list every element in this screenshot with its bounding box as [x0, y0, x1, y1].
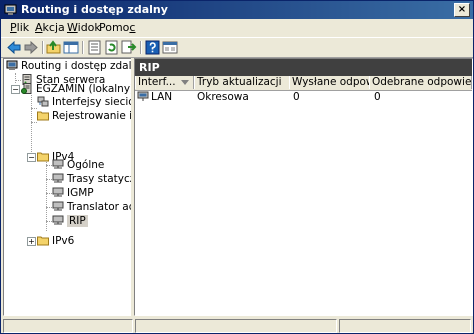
show-tree-icon[interactable] — [63, 40, 79, 55]
column-headers: Interf... Tryb aktualizacji Wysłane odpo… — [135, 76, 472, 91]
tree-item-igmp[interactable]: IGMP — [52, 187, 94, 200]
details-header: RIP — [135, 59, 472, 76]
help-icon[interactable] — [145, 40, 161, 55]
tree-item-server[interactable]: EGZAMIN (lokalny) — [21, 83, 132, 96]
toolbar-separator — [140, 41, 142, 54]
tree-item-rip[interactable]: RIP — [52, 215, 88, 228]
routing-app-icon — [4, 4, 17, 15]
close-button[interactable]: × — [454, 3, 470, 17]
tree-item-nat[interactable]: Translator adresó — [52, 201, 131, 214]
expand-ipv6-button[interactable]: + — [27, 237, 36, 246]
row-sent-cell: 0 — [293, 91, 300, 103]
network-node-icon — [52, 201, 64, 211]
network-interfaces-icon — [37, 96, 49, 107]
network-node-icon — [52, 187, 64, 197]
tree-item-label: Trasy statyczne — [67, 173, 131, 185]
collapse-ipv4-button[interactable]: − — [27, 153, 36, 162]
tree-item-label: Ogólne — [67, 159, 105, 171]
network-node-icon — [52, 173, 64, 183]
routing-root-icon — [6, 60, 18, 70]
column-header-sent[interactable]: Wysłane odpowiedzi — [289, 76, 370, 89]
back-arrow-icon[interactable] — [6, 40, 22, 55]
export-icon[interactable] — [121, 40, 137, 55]
console-icon[interactable] — [162, 40, 178, 55]
status-pane-right — [339, 319, 471, 333]
tree-item-label: Rejestrowanie i zasac — [52, 110, 131, 122]
tree-item-label: Translator adresó — [67, 201, 131, 213]
sort-descending-icon — [181, 80, 189, 85]
menu-bar: Plik Akcja Widok Pomoc — [1, 20, 473, 36]
title-bar[interactable]: Routing i dostęp zdalny × — [1, 1, 473, 19]
tree-item-label: IGMP — [67, 187, 94, 199]
console-tree: Routing i dostęp zdalny Stan serwera − E… — [3, 58, 132, 316]
details-pane: RIP Interf... Tryb aktualizacji Wysłane … — [134, 58, 473, 316]
server-icon — [21, 83, 32, 94]
toolbar — [1, 37, 473, 58]
menu-akcja[interactable]: Akcja — [35, 21, 65, 34]
menu-widok[interactable]: Widok — [67, 21, 101, 34]
toolbar-separator — [42, 41, 44, 54]
table-row[interactable]: LAN Okresowa 0 0 — [135, 91, 472, 104]
tree-item-general[interactable]: Ogólne — [52, 159, 104, 172]
column-header-received[interactable]: Odebrane odpowiedzi — [369, 76, 472, 89]
column-header-update-mode[interactable]: Tryb aktualizacji — [194, 76, 290, 89]
ipv4-folder-icon — [37, 152, 49, 162]
status-pane-left — [3, 319, 133, 333]
ipv6-folder-icon — [37, 236, 49, 246]
app-window: Routing i dostęp zdalny × Plik Akcja Wid… — [0, 0, 474, 334]
row-interface-cell: LAN — [137, 91, 172, 104]
properties-icon[interactable] — [87, 40, 103, 55]
row-mode-cell: Okresowa — [197, 91, 249, 103]
up-folder-icon[interactable] — [46, 40, 62, 55]
tree-item-label: RIP — [67, 215, 88, 227]
toolbar-separator — [82, 41, 84, 54]
menu-pomoc[interactable]: Pomoc — [99, 21, 135, 34]
menu-plik[interactable]: Plik — [10, 21, 29, 34]
collapse-server-button[interactable]: − — [11, 85, 20, 94]
tree-item-label: Interfejsy sieciowe — [52, 96, 131, 108]
forward-arrow-icon[interactable] — [23, 40, 39, 55]
tree-item-routing-root[interactable]: Routing i dostęp zdalny — [6, 60, 131, 73]
row-received-cell: 0 — [374, 91, 381, 103]
tree-item-logging[interactable]: Rejestrowanie i zasac — [37, 110, 131, 123]
window-title: Routing i dostęp zdalny — [21, 3, 168, 16]
details-header-title: RIP — [139, 61, 160, 74]
refresh-icon[interactable] — [104, 40, 120, 55]
tree-item-ipv6[interactable]: IPv6 — [37, 235, 74, 248]
tree-item-network-interfaces[interactable]: Interfejsy sieciowe — [37, 96, 131, 109]
logging-folder-icon — [37, 111, 49, 121]
tree-item-label: IPv6 — [52, 235, 75, 247]
column-header-interface[interactable]: Interf... — [135, 76, 194, 89]
tree-item-label: Routing i dostęp zdalny — [21, 60, 131, 72]
network-node-icon — [52, 215, 64, 225]
status-bar — [1, 318, 473, 333]
network-node-icon — [52, 159, 64, 169]
status-pane-middle — [135, 319, 337, 333]
network-interface-icon — [137, 91, 149, 101]
tree-item-label: EGZAMIN (lokalny) — [36, 83, 132, 95]
tree-item-static-routes[interactable]: Trasy statyczne — [52, 173, 131, 186]
